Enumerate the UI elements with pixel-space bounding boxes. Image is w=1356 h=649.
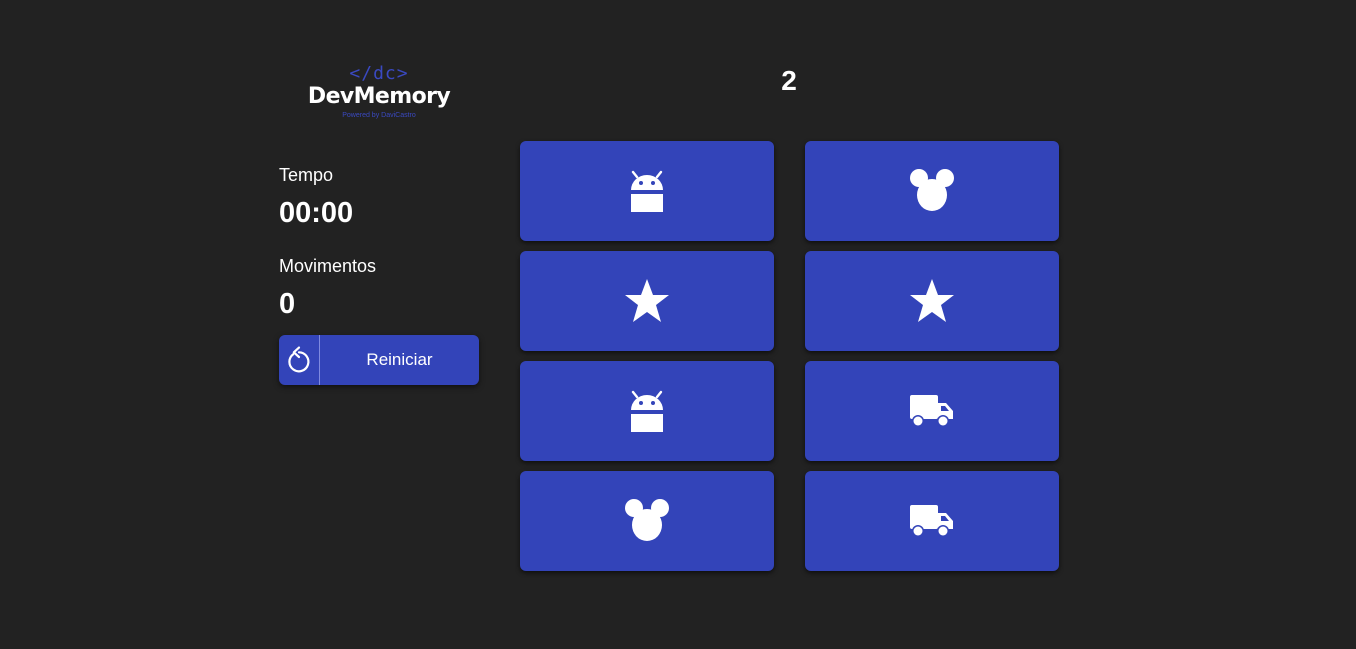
time-value: 00:00 xyxy=(279,197,354,229)
truck-icon xyxy=(909,503,955,539)
restart-label: Reiniciar xyxy=(366,350,433,369)
logo-mark: </dc> xyxy=(349,63,409,84)
memory-card[interactable] xyxy=(805,471,1059,571)
memory-card[interactable] xyxy=(805,361,1059,461)
memory-card[interactable] xyxy=(520,361,774,461)
logo-powered-by: Powered by DaviCastro xyxy=(342,112,416,119)
star-icon xyxy=(623,277,671,325)
rotate-ccw-icon xyxy=(279,335,320,385)
mouse-ears-icon xyxy=(909,168,955,214)
android-icon xyxy=(627,388,667,434)
time-label: Tempo xyxy=(279,165,334,185)
mouse-ears-icon xyxy=(624,498,670,544)
logo-wordmark: DevMemory xyxy=(307,84,451,109)
memory-card[interactable] xyxy=(520,471,774,571)
game-screen: </dc> DevMemory Powered by DaviCastro 2 … xyxy=(0,0,1356,649)
moves-label: Movimentos xyxy=(279,256,377,276)
android-icon xyxy=(627,168,667,214)
round-counter: 2 xyxy=(781,65,797,96)
memory-card[interactable] xyxy=(520,141,774,241)
truck-icon xyxy=(909,393,955,429)
moves-value: 0 xyxy=(279,288,296,320)
memory-card[interactable] xyxy=(805,251,1059,351)
memory-card[interactable] xyxy=(520,251,774,351)
logo: </dc> DevMemory Powered by DaviCastro xyxy=(279,64,479,121)
memory-card[interactable] xyxy=(805,141,1059,241)
star-icon xyxy=(908,277,956,325)
stats-panel: Tempo 00:00 Movimentos 0 xyxy=(279,163,479,322)
restart-button[interactable]: Reiniciar xyxy=(279,335,479,385)
